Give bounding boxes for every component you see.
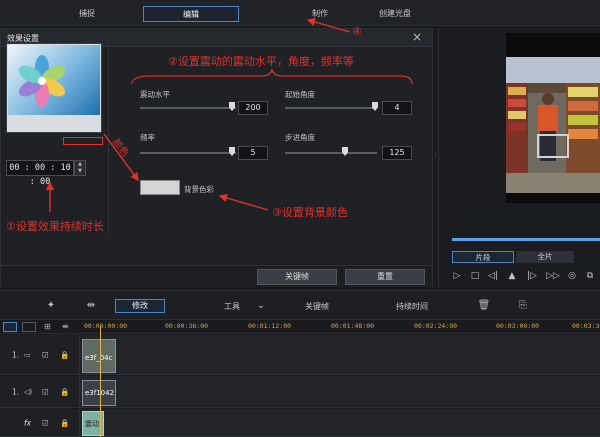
annotation-1: ①设置效果持续时长 [6,220,104,233]
annotation-4: ④ [352,25,362,38]
annotation-3: ③设置背景颜色 [272,206,348,219]
annotation-2: ②设置震动的震动水平，角度，频率等 [168,55,354,68]
